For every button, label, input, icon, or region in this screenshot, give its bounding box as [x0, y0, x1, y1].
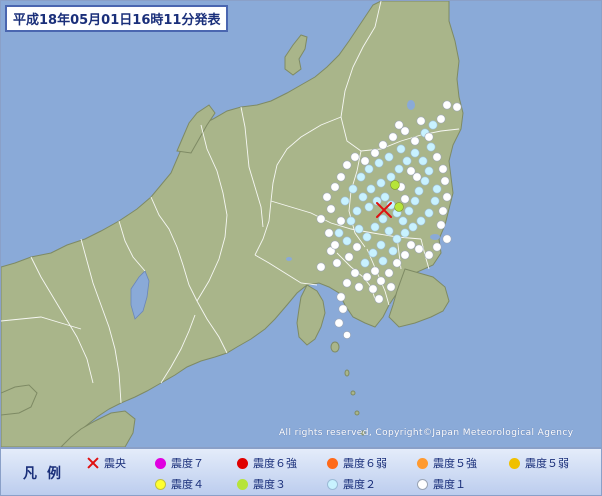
dot-magenta-icon	[155, 457, 166, 469]
map-area: 平成18年05月01日16時11分発表 All rights reserved,…	[0, 0, 602, 448]
legend-item-intensity-5-minus: 震度５弱	[509, 455, 569, 471]
x-cross-icon	[87, 457, 99, 469]
dot-orange-icon	[417, 457, 428, 469]
seismic-intensity-map-frame: 平成18年05月01日16時11分発表 All rights reserved,…	[0, 0, 602, 496]
dot-yellow-green-icon	[237, 478, 248, 490]
lake-small	[446, 222, 452, 232]
dot-yellow-icon	[155, 478, 166, 490]
issuance-title: 平成18年05月01日16時11分発表	[5, 5, 229, 32]
lake-small	[430, 234, 440, 240]
land-izu-island	[354, 410, 360, 416]
land-izu-island	[344, 369, 350, 377]
legend-item-intensity-3: 震度３	[237, 476, 286, 492]
legend-item-epicenter: 震央	[87, 455, 126, 471]
legend-item-intensity-7: 震度７	[155, 455, 204, 471]
legend-item-intensity-6-minus: 震度６弱	[327, 455, 387, 471]
legend-item-intensity-6-plus: 震度６強	[237, 455, 297, 471]
legend-panel: 凡例 震央 震度７ 震度６強 震度６弱 震度５強 震度５弱 震度４ 震度３ 震度…	[0, 448, 602, 496]
legend-item-intensity-1: 震度１	[417, 476, 466, 492]
dot-gold-icon	[509, 457, 520, 469]
legend-title: 凡例	[23, 466, 71, 482]
copyright-notice: All rights reserved, Copyright©Japan Met…	[279, 428, 574, 438]
legend-item-intensity-2: 震度２	[327, 476, 376, 492]
lake-small	[286, 257, 292, 261]
dot-orange-red-icon	[327, 457, 338, 469]
dot-red-icon	[237, 457, 248, 469]
legend-item-intensity-5-plus: 震度５強	[417, 455, 477, 471]
dot-light-cyan-icon	[327, 478, 338, 490]
legend-item-intensity-4: 震度４	[155, 476, 204, 492]
dot-white-icon	[417, 478, 428, 490]
map-svg	[1, 1, 601, 447]
lake-small	[407, 100, 415, 110]
land-izu-oshima	[330, 341, 340, 353]
land-izu-island	[350, 390, 356, 396]
